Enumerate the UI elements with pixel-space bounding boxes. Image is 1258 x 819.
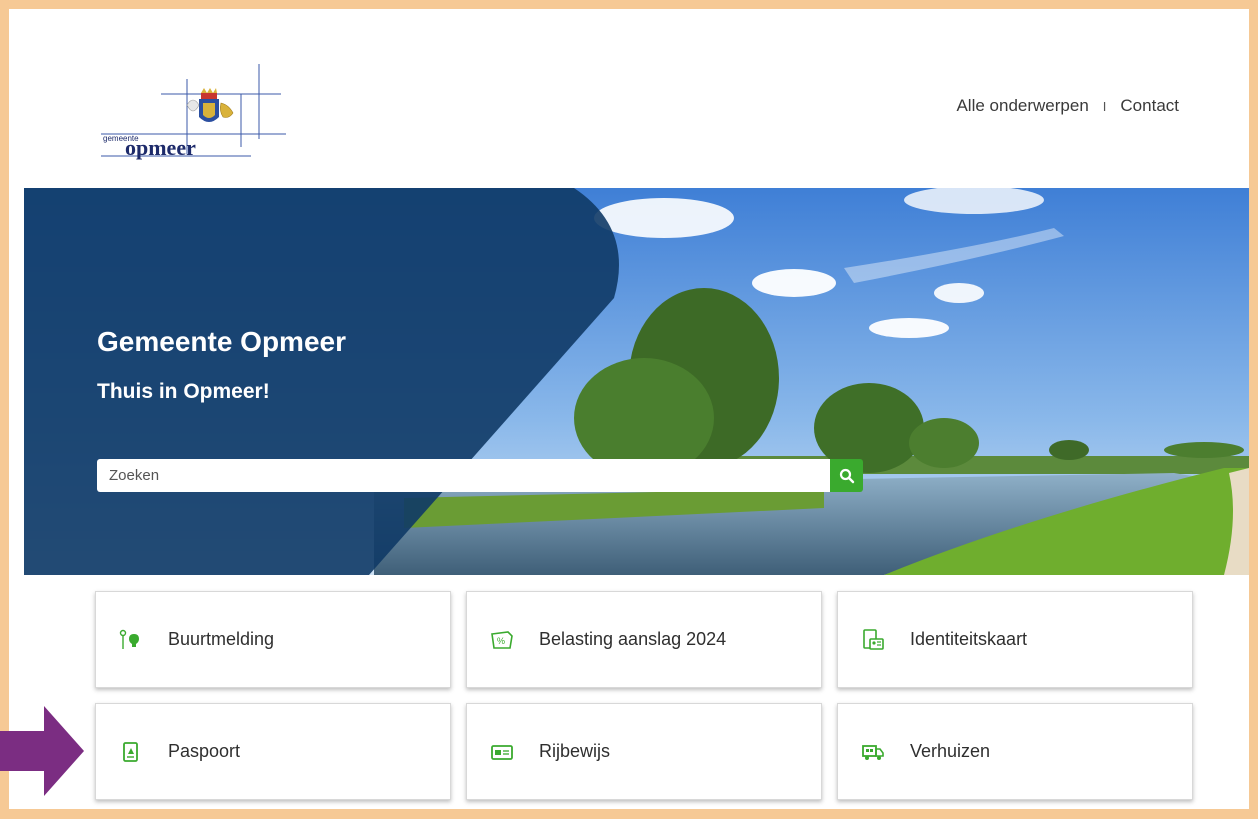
tile-belasting-aanslag[interactable]: % Belasting aanslag 2024 bbox=[466, 591, 822, 688]
nav-separator: I bbox=[1102, 98, 1107, 114]
tile-buurtmelding[interactable]: Buurtmelding bbox=[95, 591, 451, 688]
tile-label: Paspoort bbox=[168, 741, 241, 761]
tile-rijbewijs[interactable]: Rijbewijs bbox=[466, 703, 822, 800]
search-button[interactable] bbox=[830, 459, 863, 492]
streetlight-icon bbox=[118, 627, 144, 653]
annotation-arrow-icon bbox=[0, 706, 84, 796]
tile-label: Belasting aanslag 2024 bbox=[539, 629, 727, 649]
hero-subtitle: Thuis in Opmeer! bbox=[97, 380, 270, 403]
page-frame: gemeente opmeer Alle onderwerpen I Conta… bbox=[9, 9, 1249, 809]
logo-text-large: opmeer bbox=[125, 135, 196, 160]
tax-notice-icon: % bbox=[489, 627, 515, 653]
municipality-logo[interactable]: gemeente opmeer bbox=[91, 59, 291, 169]
tile-label: Rijbewijs bbox=[539, 741, 611, 761]
passport-icon bbox=[118, 739, 144, 765]
tile-identiteitskaart[interactable]: Identiteitskaart bbox=[837, 591, 1193, 688]
hero-title: Gemeente Opmeer bbox=[97, 326, 346, 357]
id-card-icon bbox=[860, 627, 886, 653]
moving-truck-icon bbox=[860, 739, 886, 765]
search-input[interactable] bbox=[97, 459, 830, 492]
topic-tiles: Buurtmelding % Belasting aanslag 2024 Id… bbox=[95, 591, 1193, 800]
svg-text:%: % bbox=[497, 636, 505, 646]
tile-label: Buurtmelding bbox=[168, 629, 275, 649]
search-icon bbox=[839, 468, 854, 483]
nav-link-alle-onderwerpen[interactable]: Alle onderwerpen bbox=[956, 96, 1088, 116]
tile-label: Verhuizen bbox=[910, 741, 991, 761]
hero-banner: Gemeente Opmeer Thuis in Opmeer! bbox=[24, 188, 1249, 575]
nav-link-contact[interactable]: Contact bbox=[1120, 96, 1179, 116]
tile-paspoort[interactable]: Paspoort bbox=[95, 703, 451, 800]
drivers-license-icon bbox=[489, 739, 515, 765]
tile-verhuizen[interactable]: Verhuizen bbox=[837, 703, 1193, 800]
search-bar bbox=[97, 459, 863, 492]
tile-label: Identiteitskaart bbox=[910, 629, 1028, 649]
top-navigation: Alle onderwerpen I Contact bbox=[956, 96, 1179, 116]
